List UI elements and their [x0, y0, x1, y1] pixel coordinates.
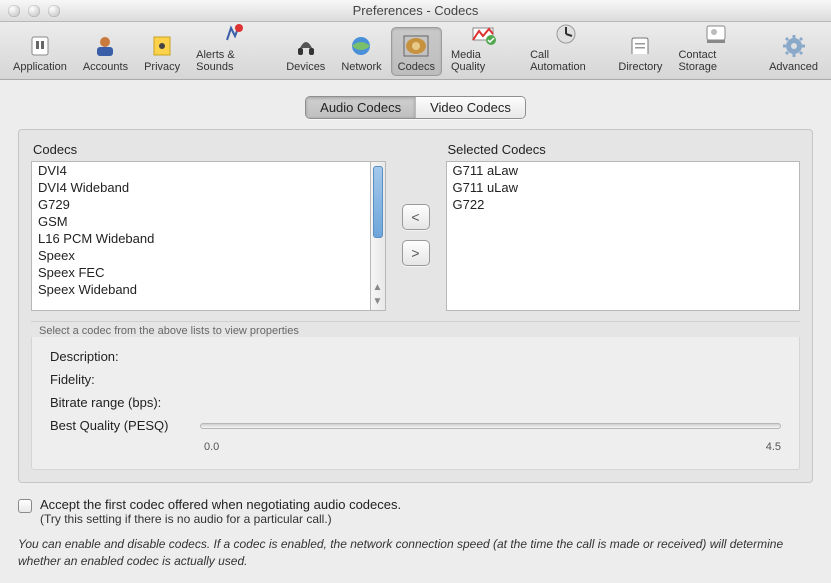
selected-codecs-header: Selected Codecs: [448, 142, 801, 157]
list-item[interactable]: L16 PCM Wideband: [32, 230, 370, 247]
accept-first-codec-checkbox[interactable]: [18, 499, 32, 513]
alerts-sounds-icon: [217, 20, 249, 48]
properties-hint: Select a codec from the above lists to v…: [31, 321, 800, 337]
toolbar-item-label: Media Quality: [451, 49, 514, 73]
toolbar-item-contact-storage[interactable]: Contact Storage: [671, 15, 760, 76]
scroll-up-icon[interactable]: ▲: [371, 282, 385, 296]
toolbar-item-label: Codecs: [398, 61, 435, 73]
move-left-button[interactable]: <: [402, 204, 430, 230]
toolbar-item-application[interactable]: Application: [6, 27, 74, 76]
toolbar-item-label: Directory: [618, 61, 662, 73]
toolbar-item-call-automation[interactable]: Call Automation: [523, 15, 609, 76]
toolbar-item-label: Application: [13, 61, 67, 73]
toolbar-item-label: Contact Storage: [678, 49, 753, 73]
list-item[interactable]: G711 aLaw: [447, 162, 800, 179]
tab-video-codecs[interactable]: Video Codecs: [416, 97, 525, 118]
toolbar-item-label: Privacy: [144, 61, 180, 73]
close-icon[interactable]: [8, 5, 20, 17]
minimize-icon[interactable]: [28, 5, 40, 17]
toolbar-item-directory[interactable]: Directory: [611, 27, 669, 76]
window-controls: [8, 5, 60, 17]
window-title: Preferences - Codecs: [0, 3, 831, 18]
codecs-panel: Codecs DVI4DVI4 WidebandG729GSML16 PCM W…: [18, 129, 813, 483]
quality-max: 4.5: [766, 441, 781, 453]
list-item[interactable]: Speex Wideband: [32, 281, 370, 298]
toolbar-item-label: Call Automation: [530, 49, 602, 73]
contact-storage-icon: [700, 20, 732, 48]
toolbar-item-advanced[interactable]: Advanced: [762, 27, 825, 76]
directory-icon: [624, 32, 656, 60]
advanced-icon: [778, 32, 810, 60]
codecs-icon: [400, 32, 432, 60]
available-codecs-list[interactable]: DVI4DVI4 WidebandG729GSML16 PCM Wideband…: [31, 161, 371, 311]
codecs-note: You can enable and disable codecs. If a …: [18, 536, 813, 570]
toolbar-item-network[interactable]: Network: [334, 27, 388, 76]
application-icon: [24, 32, 56, 60]
toolbar-item-label: Devices: [286, 61, 325, 73]
devices-icon: [290, 32, 322, 60]
titlebar: Preferences - Codecs: [0, 0, 831, 22]
scrollbar-thumb[interactable]: [373, 166, 383, 238]
network-icon: [345, 32, 377, 60]
fidelity-label: Fidelity:: [50, 372, 200, 387]
toolbar-item-privacy[interactable]: Privacy: [137, 27, 187, 76]
move-right-button[interactable]: >: [402, 240, 430, 266]
toolbar-item-label: Advanced: [769, 61, 818, 73]
list-item[interactable]: GSM: [32, 213, 370, 230]
codec-type-tabs: Audio CodecsVideo Codecs: [305, 96, 526, 119]
codec-properties: Description: Fidelity: Bitrate range (bp…: [31, 337, 800, 470]
call-automation-icon: [550, 20, 582, 48]
toolbar-item-label: Network: [341, 61, 381, 73]
toolbar-item-label: Accounts: [83, 61, 128, 73]
list-item[interactable]: Speex: [32, 247, 370, 264]
available-list-scrollbar[interactable]: ▲ ▼: [371, 161, 386, 311]
toolbar: Application Accounts Privacy Alerts & Sound…: [0, 22, 831, 80]
quality-label: Best Quality (PESQ): [50, 418, 200, 433]
list-item[interactable]: G722: [447, 196, 800, 213]
accounts-icon: [89, 32, 121, 60]
toolbar-item-label: Alerts & Sounds: [196, 49, 270, 73]
toolbar-item-accounts[interactable]: Accounts: [76, 27, 135, 76]
list-item[interactable]: Speex FEC: [32, 264, 370, 281]
tab-audio-codecs[interactable]: Audio Codecs: [306, 97, 416, 118]
description-label: Description:: [50, 349, 200, 364]
transfer-buttons: < >: [394, 160, 438, 310]
toolbar-item-media-quality[interactable]: Media Quality: [444, 15, 521, 76]
list-item[interactable]: G711 uLaw: [447, 179, 800, 196]
toolbar-item-alerts-sounds[interactable]: Alerts & Sounds: [189, 15, 277, 76]
list-item[interactable]: DVI4: [32, 162, 370, 179]
zoom-icon[interactable]: [48, 5, 60, 17]
list-item[interactable]: G729: [32, 196, 370, 213]
quality-slider[interactable]: [200, 423, 781, 429]
toolbar-item-codecs[interactable]: Codecs: [391, 27, 442, 76]
toolbar-item-devices[interactable]: Devices: [279, 27, 332, 76]
selected-codecs-list[interactable]: G711 aLawG711 uLawG722: [446, 161, 801, 311]
bitrate-label: Bitrate range (bps):: [50, 395, 200, 410]
accept-first-codec-row: Accept the first codec offered when nego…: [18, 497, 813, 526]
media-quality-icon: [467, 20, 499, 48]
available-codecs-header: Codecs: [33, 142, 386, 157]
list-item[interactable]: DVI4 Wideband: [32, 179, 370, 196]
accept-first-codec-label: Accept the first codec offered when nego…: [40, 497, 401, 512]
accept-first-codec-hint: (Try this setting if there is no audio f…: [40, 512, 401, 526]
privacy-icon: [146, 32, 178, 60]
quality-min: 0.0: [204, 441, 219, 453]
scroll-down-icon[interactable]: ▼: [371, 296, 385, 310]
